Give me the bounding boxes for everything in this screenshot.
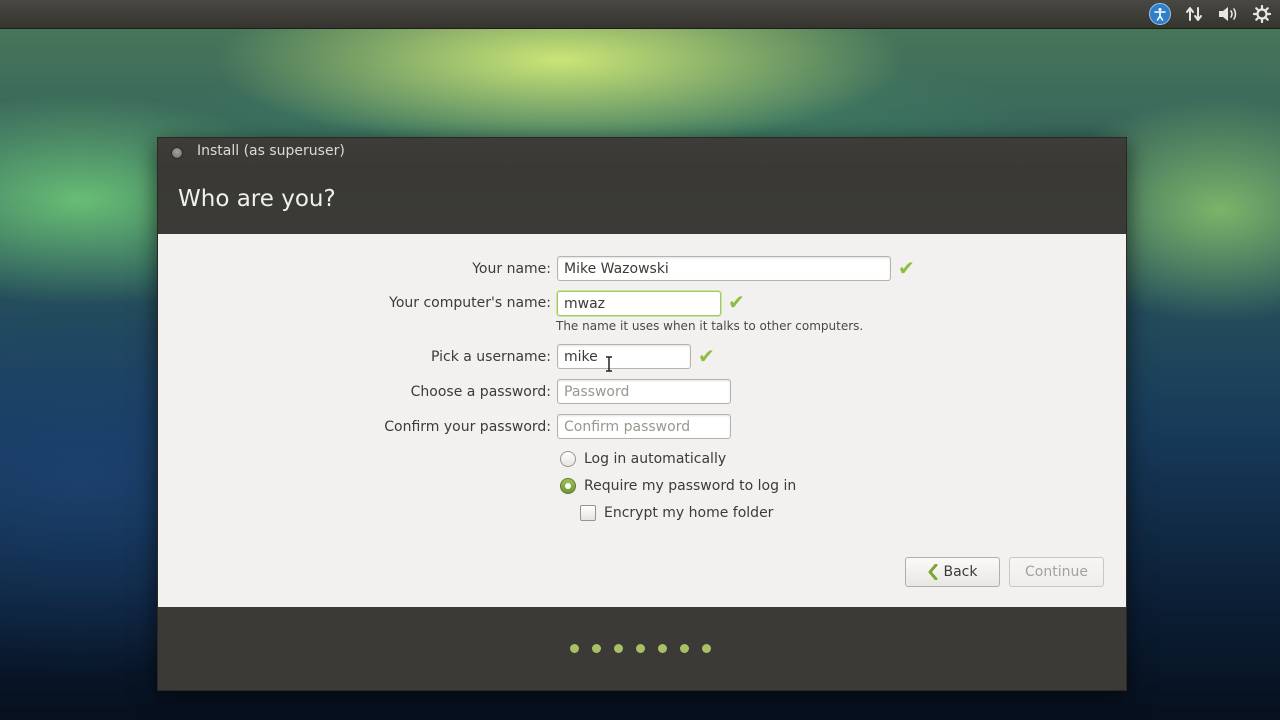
network-icon[interactable] [1182, 2, 1206, 26]
login-automatically-option[interactable]: Log in automatically [560, 451, 726, 467]
computer-name-field[interactable] [557, 291, 721, 316]
confirm-password-field[interactable] [557, 414, 731, 439]
title-bar: Install (as superuser) Who are you? [158, 138, 1126, 234]
accessibility-icon[interactable] [1148, 2, 1172, 26]
password-field[interactable] [557, 379, 731, 404]
progress-dots [570, 644, 711, 653]
back-button[interactable]: Back [905, 557, 1000, 587]
progress-dot [570, 644, 579, 653]
name-valid-check-icon: ✔ [898, 256, 915, 280]
installer-window: Install (as superuser) Who are you? Your… [157, 137, 1127, 691]
progress-footer [158, 607, 1126, 690]
progress-dot [636, 644, 645, 653]
require-password-label: Require my password to log in [584, 478, 797, 494]
top-panel [0, 0, 1280, 29]
name-field[interactable] [557, 256, 891, 281]
checkbox-icon[interactable] [580, 505, 596, 521]
password-label: Choose a password: [410, 384, 551, 400]
progress-dot [592, 644, 601, 653]
username-field[interactable] [557, 344, 691, 369]
back-arrow-icon [928, 564, 937, 580]
username-label: Pick a username: [430, 349, 551, 365]
volume-icon[interactable] [1216, 2, 1240, 26]
computer-name-label: Your computer's name: [389, 295, 551, 311]
name-label: Your name: [472, 261, 551, 277]
progress-dot [614, 644, 623, 653]
window-close-icon[interactable] [171, 147, 183, 159]
system-tray [1148, 2, 1274, 26]
radio-selected-icon[interactable] [560, 478, 576, 494]
encrypt-home-label: Encrypt my home folder [604, 505, 774, 521]
encrypt-home-option[interactable]: Encrypt my home folder [580, 505, 773, 521]
text-cursor-icon [606, 356, 612, 372]
continue-label: Continue [1025, 564, 1088, 580]
progress-dot [658, 644, 667, 653]
progress-dot [702, 644, 711, 653]
user-form: Your name: ✔ Your computer's name: ✔ The… [158, 234, 1126, 607]
continue-button[interactable]: Continue [1009, 557, 1104, 587]
page-heading: Who are you? [178, 186, 336, 212]
back-label: Back [943, 564, 978, 580]
confirm-password-label: Confirm your password: [384, 419, 551, 435]
username-valid-check-icon: ✔ [698, 344, 715, 368]
settings-gear-icon[interactable] [1250, 2, 1274, 26]
login-automatically-label: Log in automatically [584, 451, 727, 467]
computer-name-valid-check-icon: ✔ [728, 290, 745, 314]
radio-unselected-icon[interactable] [560, 451, 576, 467]
computer-name-hint: The name it uses when it talks to other … [556, 319, 864, 333]
window-title: Install (as superuser) [197, 143, 345, 159]
require-password-option[interactable]: Require my password to log in [560, 478, 796, 494]
progress-dot [680, 644, 689, 653]
